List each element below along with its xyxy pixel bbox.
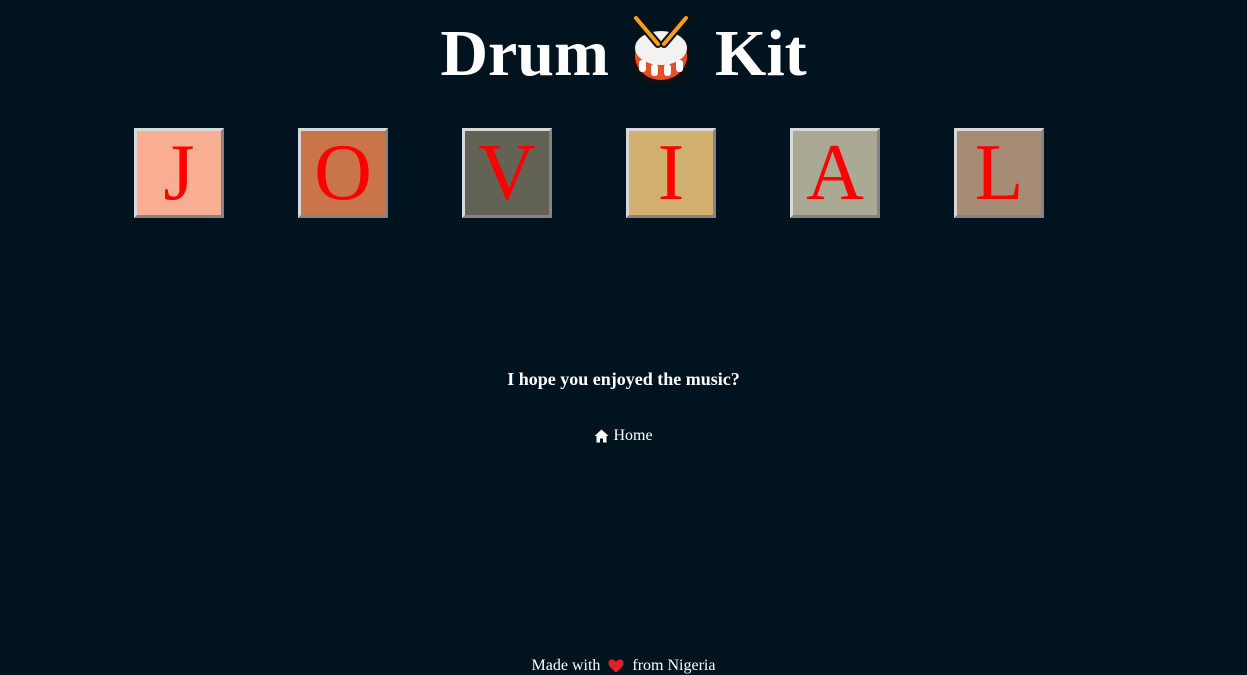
drum-icon xyxy=(627,13,695,86)
home-link-label: Home xyxy=(613,427,653,444)
drum-pad-l[interactable]: L xyxy=(954,128,1044,218)
drum-pads: J O V I A L xyxy=(134,128,1044,218)
footer: Made with from Nigeria xyxy=(0,656,1247,675)
home-link[interactable]: Home xyxy=(0,426,1247,449)
title-word-drum: Drum xyxy=(440,16,609,90)
drum-pad-v[interactable]: V xyxy=(462,128,552,218)
drum-pad-o[interactable]: O xyxy=(298,128,388,218)
footer-text-after: from Nigeria xyxy=(632,657,716,674)
drum-pad-i[interactable]: I xyxy=(626,128,716,218)
drum-pad-j[interactable]: J xyxy=(134,128,224,218)
drum-pad-a[interactable]: A xyxy=(790,128,880,218)
house-icon xyxy=(594,429,609,443)
footer-text-before: Made with xyxy=(531,657,601,674)
page: Drum Kit J O V I A L I hope you enjoyed … xyxy=(0,0,1247,675)
heart-icon xyxy=(608,659,624,673)
page-title: Drum Kit xyxy=(0,8,1247,94)
closing-message: I hope you enjoyed the music? xyxy=(507,369,740,389)
title-word-kit: Kit xyxy=(715,16,807,90)
